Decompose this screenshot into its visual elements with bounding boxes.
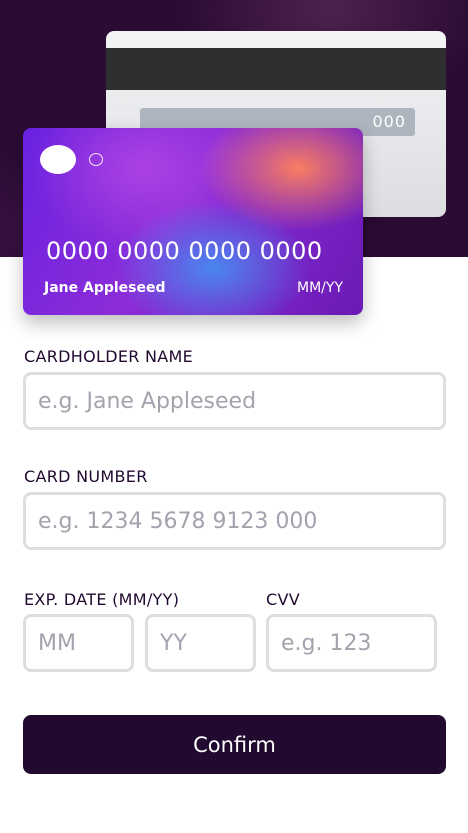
card-logo-circle-icon [40,145,76,174]
card-front: 0000 0000 0000 0000 Jane Appleseed MM/YY [23,128,363,315]
card-front-expiry: MM/YY [297,280,343,296]
cardholder-name-label: CARDHOLDER NAME [24,347,194,366]
cvv-input[interactable] [266,614,437,672]
exp-month-input[interactable] [23,614,134,672]
card-front-name: Jane Appleseed [44,280,166,296]
card-back-cvv: 000 [372,112,406,131]
card-front-number: 0000 0000 0000 0000 [46,237,323,265]
card-logo-ring-icon [89,153,103,166]
card-number-label: CARD NUMBER [24,467,148,486]
cvv-label: CVV [266,590,300,609]
card-number-input[interactable] [23,492,446,550]
confirm-button[interactable]: Confirm [23,715,446,774]
exp-date-label: EXP. DATE (MM/YY) [24,590,180,609]
cardholder-name-input[interactable] [23,372,446,430]
exp-year-input[interactable] [145,614,256,672]
magnetic-strip [106,48,446,90]
